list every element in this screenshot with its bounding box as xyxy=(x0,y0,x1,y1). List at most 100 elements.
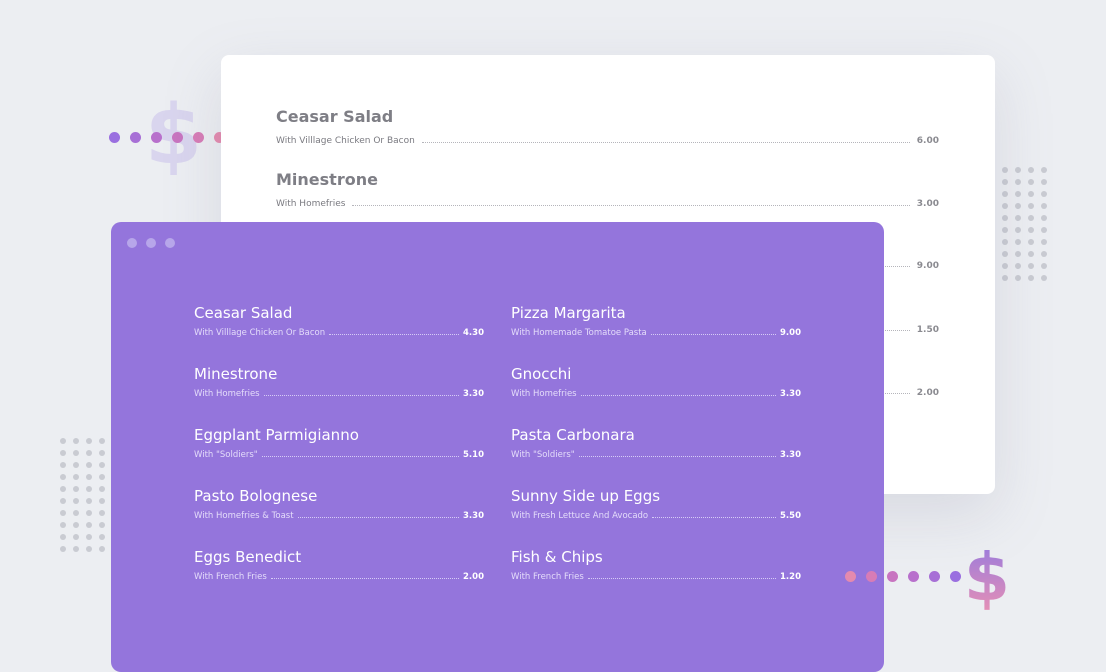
grid-dot xyxy=(1041,227,1047,233)
grid-dot xyxy=(1041,191,1047,197)
dot-row-left xyxy=(109,132,225,143)
grid-dot xyxy=(73,534,79,540)
grid-dot xyxy=(73,438,79,444)
grid-dot xyxy=(1028,215,1034,221)
dotted-leader xyxy=(650,333,777,335)
grid-dot xyxy=(86,462,92,468)
grid-dot xyxy=(1002,275,1008,281)
dot xyxy=(866,571,877,582)
grid-dot xyxy=(1041,275,1047,281)
grid-dot xyxy=(1041,203,1047,209)
item-row: With Villlage Chicken Or Bacon 6.00 xyxy=(276,136,939,146)
item-name: Eggplant Parmigianno xyxy=(194,426,359,444)
grid-dot xyxy=(60,486,66,492)
item-price: 5.10 xyxy=(463,450,484,460)
grid-dot xyxy=(1015,239,1021,245)
grid-dot xyxy=(60,438,66,444)
grid-dot xyxy=(60,474,66,480)
grid-dot xyxy=(99,462,105,468)
grid-dot xyxy=(1028,263,1034,269)
item-price: 1.50 xyxy=(916,325,939,335)
item-row: With Homefries 3.30 xyxy=(511,389,801,399)
back-menu-item: Minestrone With Homefries 3.00 xyxy=(276,170,939,209)
dot xyxy=(130,132,141,143)
menu-item: Minestrone With Homefries 3.30 xyxy=(194,365,484,426)
grid-dot xyxy=(73,450,79,456)
item-row: With "Soldiers" 3.30 xyxy=(511,450,801,460)
back-partial-row: 9.00 xyxy=(881,261,939,271)
item-row: With Homefries 3.30 xyxy=(194,389,484,399)
grid-dot xyxy=(1002,215,1008,221)
grid-dot xyxy=(86,474,92,480)
menu-item: Pizza Margarita With Homemade Tomatoe Pas… xyxy=(511,304,801,365)
grid-dot xyxy=(86,498,92,504)
grid-dot xyxy=(73,522,79,528)
item-row: With Villlage Chicken Or Bacon 4.30 xyxy=(194,328,484,338)
item-row: With "Soldiers" 5.10 xyxy=(194,450,484,460)
grid-dot xyxy=(73,510,79,516)
item-price: 1.20 xyxy=(780,572,801,582)
item-desc: With "Soldiers" xyxy=(194,450,258,460)
dotted-leader xyxy=(263,394,460,396)
grid-dot xyxy=(1002,263,1008,269)
grid-dot xyxy=(99,522,105,528)
grid-dot xyxy=(60,462,66,468)
item-desc: With Homefries xyxy=(276,199,346,209)
item-row: With French Fries 1.20 xyxy=(511,572,801,582)
dot xyxy=(193,132,204,143)
grid-dot xyxy=(1028,227,1034,233)
grid-dot xyxy=(1028,239,1034,245)
grid-dot xyxy=(1002,179,1008,185)
grid-dot xyxy=(1041,215,1047,221)
grid-dot xyxy=(99,450,105,456)
grid-dot xyxy=(86,486,92,492)
dot xyxy=(109,132,120,143)
grid-dot xyxy=(1015,191,1021,197)
grid-dot xyxy=(1015,203,1021,209)
grid-dot xyxy=(1028,191,1034,197)
item-name: Minestrone xyxy=(276,170,378,189)
grid-dot xyxy=(86,450,92,456)
grid-dot xyxy=(1002,251,1008,257)
grid-dot xyxy=(60,522,66,528)
grid-dot xyxy=(1015,251,1021,257)
grid-dot xyxy=(86,438,92,444)
grid-dot xyxy=(1028,179,1034,185)
menu-item: Fish & Chips With French Fries 1.20 xyxy=(511,548,801,609)
item-desc: With Homefries xyxy=(511,389,577,399)
item-price: 4.30 xyxy=(463,328,484,338)
item-name: Pasta Carbonara xyxy=(511,426,635,444)
grid-dot xyxy=(60,498,66,504)
menu-item: Pasto Bolognese With Homefries & Toast 3.3… xyxy=(194,487,484,548)
grid-dot xyxy=(1002,227,1008,233)
menu-item: Sunny Side up Eggs With Fresh Lettuce And… xyxy=(511,487,801,548)
dot-grid-right xyxy=(1002,167,1047,281)
grid-dot xyxy=(1015,227,1021,233)
item-row: With Homemade Tomatoe Pasta 9.00 xyxy=(511,328,801,338)
grid-dot xyxy=(99,474,105,480)
dollar-sign-icon-right: $ xyxy=(964,539,1010,616)
item-price: 3.30 xyxy=(463,389,484,399)
item-name: Sunny Side up Eggs xyxy=(511,487,661,505)
dot xyxy=(950,571,961,582)
grid-dot xyxy=(1015,263,1021,269)
item-price: 3.30 xyxy=(780,450,801,460)
grid-dot xyxy=(99,510,105,516)
window-dot-icon xyxy=(146,238,156,248)
dot xyxy=(908,571,919,582)
window-dots xyxy=(127,238,175,248)
dotted-leader xyxy=(652,516,777,518)
grid-dot xyxy=(60,510,66,516)
dotted-leader xyxy=(881,392,910,394)
dotted-leader xyxy=(580,394,777,396)
dotted-leader xyxy=(297,516,460,518)
item-price: 3.00 xyxy=(916,199,939,209)
grid-dot xyxy=(1028,275,1034,281)
item-desc: With "Soldiers" xyxy=(511,450,575,460)
grid-dot xyxy=(1002,203,1008,209)
grid-dot xyxy=(1028,167,1034,173)
grid-dot xyxy=(1002,239,1008,245)
grid-dot xyxy=(73,474,79,480)
menu-item: Eggplant Parmigianno With "Soldiers" 5.10 xyxy=(194,426,484,487)
item-price: 5.50 xyxy=(780,511,801,521)
